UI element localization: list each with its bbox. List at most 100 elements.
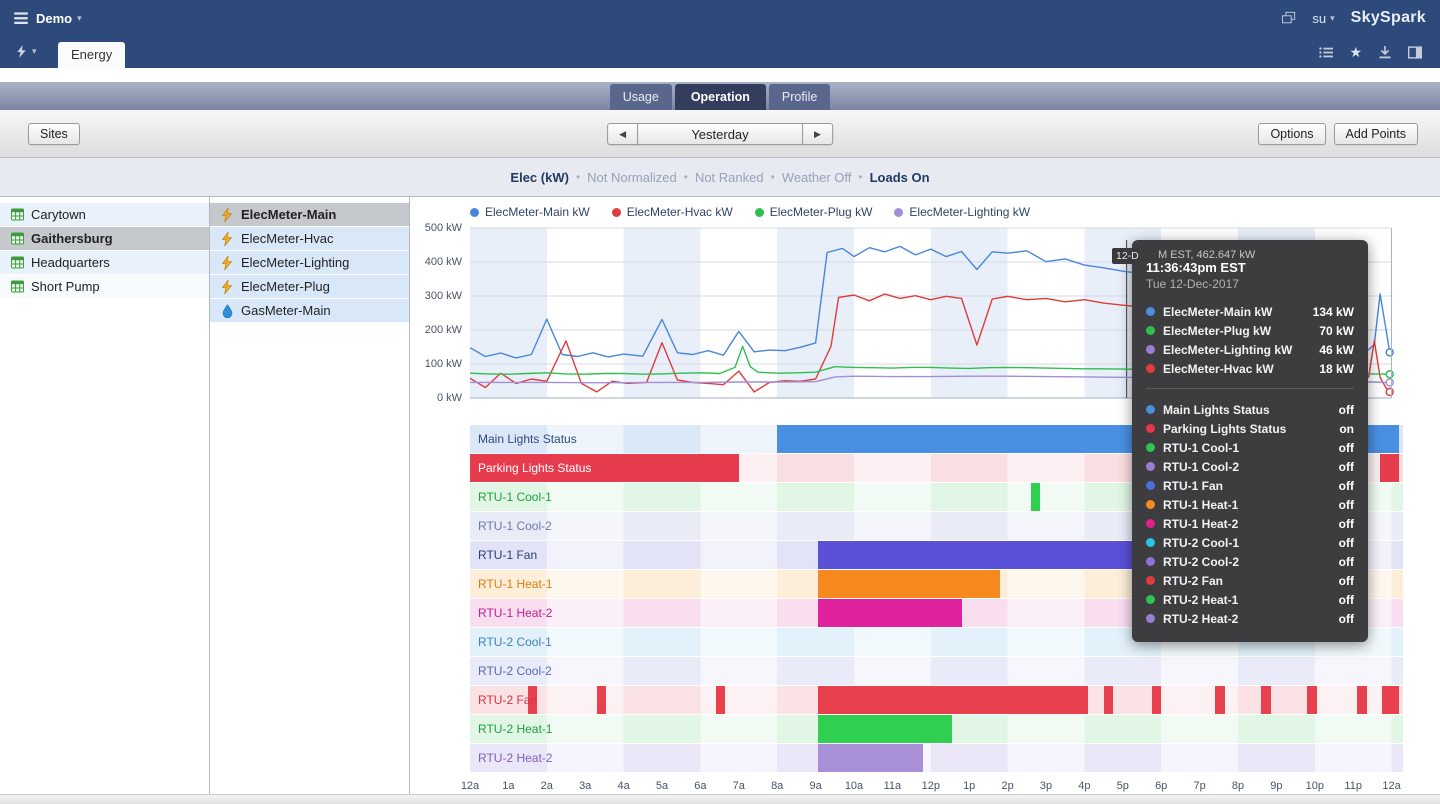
windows-icon[interactable] — [1282, 11, 1296, 25]
x-axis-label: 8p — [1224, 780, 1252, 792]
y-axis-label: 200 kW — [410, 324, 462, 336]
legend-item-elecmeter-plug-kw[interactable]: ElecMeter-Plug kW — [755, 205, 873, 219]
next-period-button[interactable]: ▶ — [802, 123, 833, 145]
x-axis-label: 3a — [571, 780, 599, 792]
legend-item-elecmeter-hvac-kw[interactable]: ElecMeter-Hvac kW — [612, 205, 733, 219]
tooltip-point-name: ElecMeter-Hvac kW — [1163, 362, 1311, 376]
tooltip-point-name: RTU-2 Fan — [1163, 574, 1331, 588]
legend-item-elecmeter-main-kw[interactable]: ElecMeter-Main kW — [470, 205, 590, 219]
chevron-down-icon: ▾ — [1330, 13, 1335, 24]
chart-right-axis — [1391, 228, 1392, 398]
tooltip-row-elecmeter-hvac-kw: ElecMeter-Hvac kW18 kW — [1146, 359, 1354, 378]
status-item-elec-kw-[interactable]: Elec (kW) — [510, 170, 569, 185]
site-icon — [10, 256, 24, 270]
horizontal-scrollbar[interactable] — [0, 794, 1440, 804]
gantt-row-label: RTU-1 Fan — [478, 541, 537, 569]
gantt-bar — [1152, 686, 1162, 714]
tooltip-dot — [1146, 557, 1155, 566]
project-menu[interactable]: Demo ▾ — [36, 11, 82, 26]
period-label: Yesterday — [691, 127, 748, 142]
tooltip-dot — [1146, 307, 1155, 316]
status-item-not-ranked[interactable]: Not Ranked — [695, 170, 764, 185]
tooltip-point-value: 134 kW — [1313, 305, 1354, 319]
equip-item-elecmeter-hvac[interactable]: ElecMeter-Hvac — [210, 227, 409, 250]
gantt-bar — [1357, 686, 1367, 714]
gantt-bar — [1380, 454, 1399, 482]
tooltip-point-value: 70 kW — [1319, 324, 1354, 338]
topbar: Demo ▾ su ▾ SkySpark — [0, 0, 1440, 36]
bullet-separator: • — [576, 170, 580, 184]
tooltip-point-value: off — [1339, 517, 1354, 531]
tooltip-series-values: ElecMeter-Main kW134 kWElecMeter-Plug kW… — [1146, 302, 1354, 378]
status-item-weather-off[interactable]: Weather Off — [782, 170, 852, 185]
tab-profile[interactable]: Profile — [769, 84, 830, 110]
download-icon[interactable] — [1378, 45, 1392, 59]
tooltip-row-rtu-1-heat-1: RTU-1 Heat-1off — [1146, 495, 1354, 514]
tab-energy[interactable]: Energy — [58, 42, 125, 68]
equip-item-elecmeter-plug[interactable]: ElecMeter-Plug — [210, 275, 409, 298]
bullet-separator: • — [684, 170, 688, 184]
equip-item-elecmeter-main[interactable]: ElecMeter-Main — [210, 203, 409, 226]
tooltip-dot — [1146, 595, 1155, 604]
legend-dot — [894, 208, 903, 217]
sidebar-item-headquarters[interactable]: Headquarters — [0, 251, 209, 274]
gantt-row-label: RTU-1 Cool-1 — [478, 483, 552, 511]
add-points-button-label: Add Points — [1346, 127, 1406, 141]
equip-name: ElecMeter-Plug — [241, 279, 330, 294]
tab-operation[interactable]: Operation — [675, 84, 766, 110]
legend-item-elecmeter-lighting-kw[interactable]: ElecMeter-Lighting kW — [894, 205, 1030, 219]
x-axis-label: 11p — [1339, 780, 1367, 792]
tooltip-dot — [1146, 326, 1155, 335]
x-axis-label: 8a — [763, 780, 791, 792]
gantt-row-rtu-2-heat-1[interactable]: RTU-2 Heat-1 — [470, 715, 1403, 743]
gantt-row-rtu-2-cool-2[interactable]: RTU-2 Cool-2 — [470, 657, 1403, 685]
app-menu[interactable]: ▾ — [14, 44, 37, 58]
equip-name: ElecMeter-Hvac — [241, 231, 333, 246]
side-panel-icon[interactable] — [1408, 45, 1422, 59]
tooltip-row-rtu-2-heat-1: RTU-2 Heat-1off — [1146, 590, 1354, 609]
x-axis-label: 12a — [1378, 780, 1406, 792]
y-axis-label: 300 kW — [410, 290, 462, 302]
gantt-bar — [716, 686, 726, 714]
gantt-bar — [1215, 686, 1225, 714]
x-axis-label: 7a — [725, 780, 753, 792]
tooltip-date: Tue 12-Dec-2017 — [1146, 277, 1354, 291]
site-name: Gaithersburg — [31, 231, 113, 246]
tab-usage[interactable]: Usage — [610, 84, 672, 110]
tooltip-dot — [1146, 481, 1155, 490]
sites-button[interactable]: Sites — [28, 123, 80, 145]
prev-period-button[interactable]: ◀ — [607, 123, 638, 145]
equip-item-elecmeter-lighting[interactable]: ElecMeter-Lighting — [210, 251, 409, 274]
hover-readout-fragment: M EST, 462.647 kW — [1158, 249, 1255, 261]
tooltip-point-value: off — [1339, 536, 1354, 550]
equip-list: ElecMeter-Main ElecMeter-Hvac ElecMeter-Li… — [210, 197, 410, 794]
x-axis-label: 1a — [494, 780, 522, 792]
tooltip-row-rtu-2-cool-1: RTU-2 Cool-1off — [1146, 533, 1354, 552]
list-icon[interactable] — [1319, 45, 1333, 59]
sidebar-item-carytown[interactable]: Carytown — [0, 203, 209, 226]
period-button[interactable]: Yesterday — [637, 123, 803, 145]
add-points-button[interactable]: Add Points — [1334, 123, 1418, 145]
sidebar-item-gaithersburg[interactable]: Gaithersburg — [0, 227, 209, 250]
gantt-row-rtu-2-fan[interactable]: RTU-2 Fan — [470, 686, 1403, 714]
tooltip-dot — [1146, 424, 1155, 433]
tooltip-point-name: Parking Lights Status — [1163, 422, 1331, 436]
status-item-not-normalized[interactable]: Not Normalized — [587, 170, 677, 185]
legend-label: ElecMeter-Main kW — [485, 205, 590, 219]
x-axis-label: 4p — [1070, 780, 1098, 792]
options-button[interactable]: Options — [1258, 123, 1325, 145]
gantt-bar — [1382, 686, 1399, 714]
menu-stack-icon[interactable] — [14, 11, 28, 25]
status-item-loads-on[interactable]: Loads On — [870, 170, 930, 185]
tooltip-row-elecmeter-main-kw: ElecMeter-Main kW134 kW — [1146, 302, 1354, 321]
x-axis-label: 10p — [1301, 780, 1329, 792]
chevron-right-icon: ▶ — [814, 129, 821, 140]
gantt-row-rtu-2-heat-2[interactable]: RTU-2 Heat-2 — [470, 744, 1403, 772]
equip-item-gasmeter-main[interactable]: GasMeter-Main — [210, 299, 409, 322]
user-menu[interactable]: su ▾ — [1312, 11, 1334, 26]
sidebar-item-short-pump[interactable]: Short Pump — [0, 275, 209, 298]
bolt-icon — [14, 44, 28, 58]
tooltip-point-value: off — [1339, 479, 1354, 493]
gantt-bar — [818, 599, 962, 627]
star-icon[interactable]: ★ — [1349, 45, 1362, 59]
